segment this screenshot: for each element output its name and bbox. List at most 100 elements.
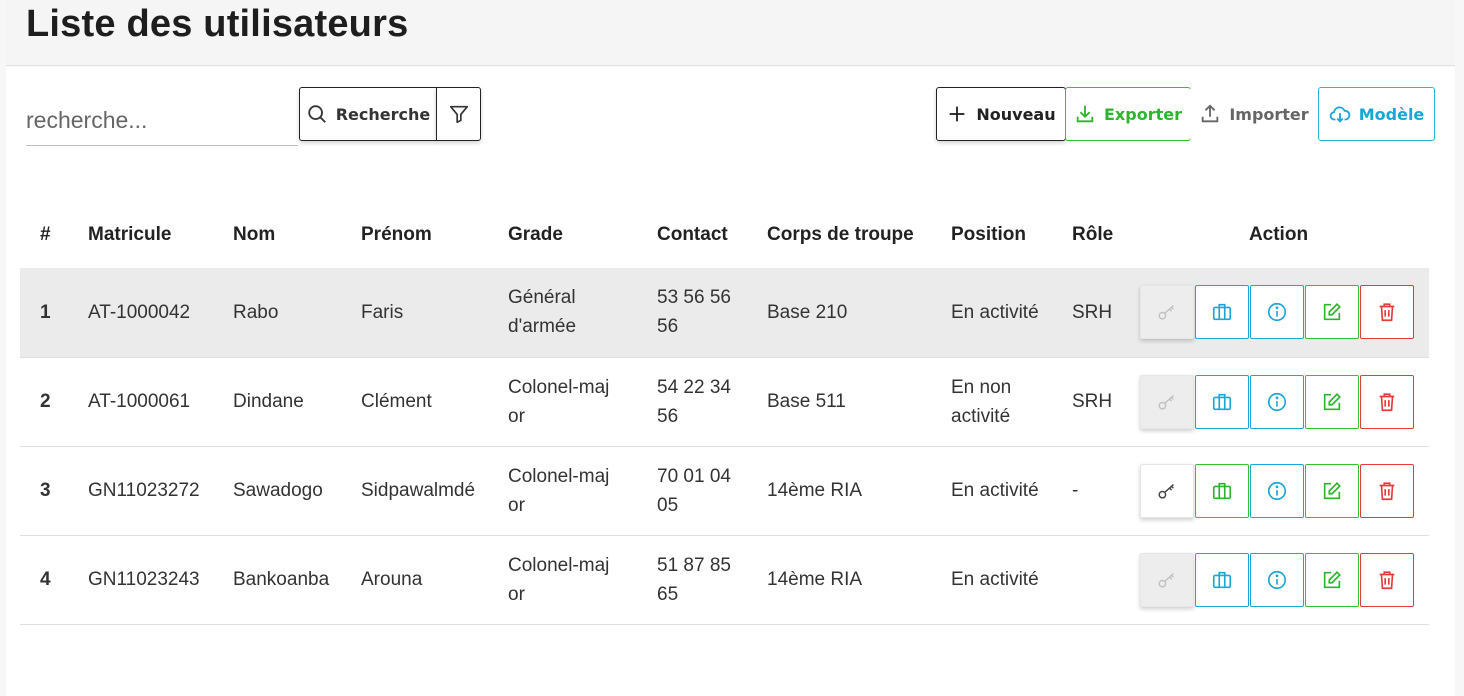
briefcase-icon	[1212, 571, 1232, 588]
edit-button[interactable]	[1305, 285, 1359, 340]
cell-corps: 14ème RIA	[755, 446, 939, 536]
page-title: Liste des utilisateurs	[26, 3, 409, 45]
cell-prenom: Sidpawalmdé	[349, 446, 496, 536]
cell-position: En non activité	[939, 357, 1060, 447]
assignment-button[interactable]	[1195, 285, 1249, 340]
edit-icon	[1323, 570, 1341, 588]
table-header-row: # Matricule Nom Prénom Grade Contact Cor…	[20, 202, 1429, 268]
delete-button[interactable]	[1360, 552, 1414, 607]
search-input[interactable]	[26, 87, 298, 146]
table-row[interactable]: 4 GN11023243 Bankoanba Arouna Colonel-ma…	[20, 535, 1429, 625]
cell-matricule: AT-1000061	[76, 357, 221, 447]
assignment-button[interactable]	[1195, 374, 1249, 429]
cell-nom: Sawadogo	[221, 446, 349, 536]
cell-corps: 14ème RIA	[755, 535, 939, 625]
briefcase-icon	[1212, 304, 1232, 321]
edit-button[interactable]	[1305, 463, 1359, 518]
cell-prenom: Arouna	[349, 535, 496, 625]
col-header-nom: Nom	[233, 224, 276, 245]
edit-icon	[1323, 392, 1341, 410]
info-icon	[1267, 570, 1287, 589]
col-header-matricule: Matricule	[88, 224, 172, 245]
cell-contact: 53 56 56 56	[645, 268, 755, 358]
cell-number: 4	[20, 535, 76, 625]
cell-grade: Colonel-major	[496, 535, 645, 625]
cell-number: 1	[20, 268, 76, 358]
table-row[interactable]: 1 AT-1000042 Rabo Faris Général d'armée …	[20, 268, 1429, 358]
cell-grade: Colonel-major	[496, 357, 645, 447]
col-header-contact: Contact	[657, 224, 728, 245]
search-icon	[308, 105, 326, 123]
export-button[interactable]: Exporter	[1065, 87, 1191, 141]
delete-button[interactable]	[1360, 463, 1414, 518]
col-header-position: Position	[951, 224, 1026, 245]
details-button[interactable]	[1250, 463, 1304, 518]
upload-icon	[1202, 104, 1219, 123]
cell-role: SRH	[1060, 357, 1128, 447]
assignment-button[interactable]	[1195, 552, 1249, 607]
delete-button[interactable]	[1360, 285, 1414, 340]
reset-password-button[interactable]	[1140, 285, 1194, 340]
cell-role: SRH	[1060, 268, 1128, 358]
cell-actions	[1128, 446, 1429, 536]
cell-matricule: GN11023243	[76, 535, 221, 625]
details-button[interactable]	[1250, 374, 1304, 429]
trash-icon	[1379, 481, 1395, 500]
cell-corps: Base 210	[755, 268, 939, 358]
users-table: # Matricule Nom Prénom Grade Contact Cor…	[20, 202, 1429, 625]
cell-actions	[1128, 357, 1429, 447]
edit-icon	[1323, 303, 1341, 321]
reset-password-button[interactable]	[1140, 552, 1194, 607]
cell-contact: 51 87 85 65	[645, 535, 755, 625]
info-icon	[1267, 392, 1287, 411]
cell-position: En activité	[939, 268, 1060, 358]
import-button[interactable]: Importer	[1190, 87, 1318, 141]
filter-button[interactable]	[436, 87, 481, 141]
col-header-grade: Grade	[508, 224, 563, 245]
info-icon	[1267, 481, 1287, 500]
briefcase-icon	[1212, 393, 1232, 410]
cloud-download-icon	[1329, 106, 1351, 123]
col-header-action: Action	[1248, 224, 1309, 245]
cell-number: 2	[20, 357, 76, 447]
edit-icon	[1323, 481, 1341, 499]
edit-button[interactable]	[1305, 552, 1359, 607]
reset-password-button[interactable]	[1140, 463, 1194, 518]
filter-icon	[449, 105, 468, 124]
key-icon	[1158, 394, 1174, 410]
trash-icon	[1379, 392, 1395, 411]
col-header-number: #	[40, 224, 51, 245]
details-button[interactable]	[1250, 285, 1304, 340]
delete-button[interactable]	[1360, 374, 1414, 429]
cell-matricule: AT-1000042	[76, 268, 221, 358]
template-button[interactable]: Modèle	[1318, 87, 1435, 141]
table-row[interactable]: 3 GN11023272 Sawadogo Sidpawalmdé Colone…	[20, 446, 1429, 536]
trash-icon	[1379, 570, 1395, 589]
cell-contact: 70 01 04 05	[645, 446, 755, 536]
cell-prenom: Clément	[349, 357, 496, 447]
cell-role: -	[1060, 446, 1128, 536]
cell-grade: Général d'armée	[496, 268, 645, 358]
table-row[interactable]: 2 AT-1000061 Dindane Clément Colonel-maj…	[20, 357, 1429, 447]
cell-role	[1060, 535, 1128, 625]
cell-position: En activité	[939, 535, 1060, 625]
download-icon	[1076, 105, 1094, 123]
import-button-label: Importer	[1229, 104, 1309, 124]
cell-actions	[1128, 535, 1429, 625]
new-button-label: Nouveau	[976, 104, 1056, 124]
assignment-button[interactable]	[1195, 463, 1249, 518]
details-button[interactable]	[1250, 552, 1304, 607]
cell-nom: Bankoanba	[221, 535, 349, 625]
search-button[interactable]: Recherche	[299, 87, 437, 141]
reset-password-button[interactable]	[1140, 374, 1194, 429]
info-icon	[1267, 303, 1287, 322]
search-button-label: Recherche	[335, 104, 431, 124]
cell-corps: Base 511	[755, 357, 939, 447]
edit-button[interactable]	[1305, 374, 1359, 429]
new-button[interactable]: Nouveau	[936, 87, 1066, 141]
key-icon	[1158, 483, 1174, 499]
col-header-prenom: Prénom	[361, 224, 432, 245]
cell-matricule: GN11023272	[76, 446, 221, 536]
page-header: Liste des utilisateurs	[6, 0, 1455, 66]
key-icon	[1158, 572, 1174, 588]
